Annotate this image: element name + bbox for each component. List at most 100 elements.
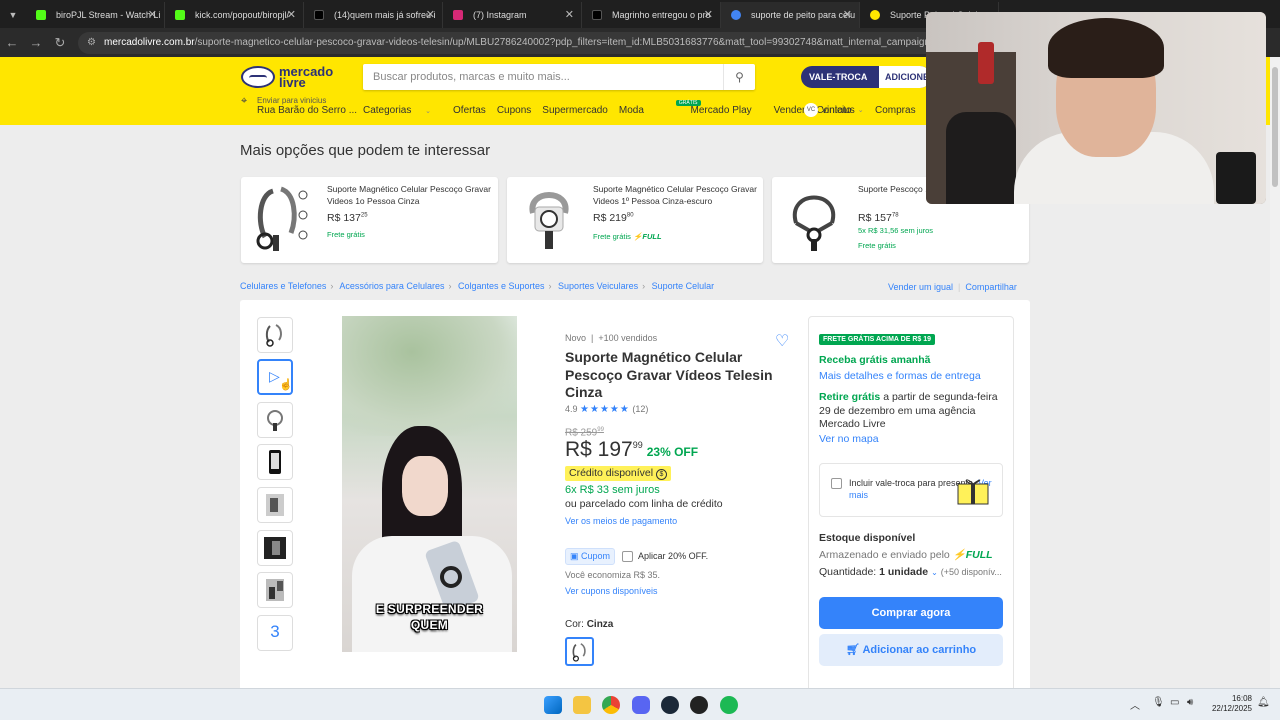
- old-price-cents: 99: [597, 426, 604, 433]
- spotify-icon[interactable]: [720, 696, 738, 714]
- notification-icon[interactable]: 🔔︎: [1257, 697, 1270, 708]
- reload-icon[interactable]: ↻: [48, 35, 72, 51]
- nav-mercado-play[interactable]: GRÁTISMercado Play: [655, 100, 763, 116]
- obs-icon[interactable]: [690, 696, 708, 714]
- breadcrumb-item[interactable]: Acessórios para Celulares: [339, 281, 444, 291]
- nav-ofertas[interactable]: Ofertas: [453, 105, 486, 116]
- installments: 6x R$ 33 sem juros: [565, 483, 660, 496]
- scrollbar-thumb[interactable]: [1272, 67, 1278, 187]
- close-icon[interactable]: ✕: [426, 2, 435, 28]
- payment-methods-link[interactable]: Ver os meios de pagamento: [565, 516, 795, 526]
- full-badge: ⚡FULL: [633, 232, 662, 241]
- nav-cupons[interactable]: Cupons: [497, 105, 531, 116]
- microphone-icon[interactable]: 🎙︎: [1152, 697, 1165, 708]
- network-icon[interactable]: ▭: [1170, 697, 1179, 708]
- nav-moda[interactable]: Moda: [619, 105, 644, 116]
- quantity-available: (+50 disponív...: [940, 567, 1002, 577]
- gallery-more-thumbnail[interactable]: 3: [257, 615, 293, 651]
- back-arrow-icon[interactable]: ←: [0, 35, 24, 50]
- color-swatch-cinza[interactable]: [565, 637, 594, 666]
- webcam-overlay: [926, 12, 1266, 204]
- close-icon[interactable]: ✕: [565, 2, 574, 28]
- gallery-thumbnail[interactable]: [257, 487, 293, 523]
- ticket-icon: ▣: [570, 550, 579, 561]
- review-count: (12): [632, 403, 649, 414]
- mercadolivre-logo[interactable]: mercado livre: [241, 65, 335, 90]
- browser-tab[interactable]: Magrinho entregou o pro ✕: [582, 2, 721, 28]
- gift-checkbox[interactable]: [831, 478, 842, 489]
- coupon-checkbox[interactable]: [622, 550, 634, 562]
- price-cents: 80: [626, 212, 634, 219]
- browser-tab[interactable]: suporte de peito para celu ✕: [721, 2, 860, 28]
- sell-similar-link[interactable]: Vender um igual: [888, 282, 953, 292]
- rating[interactable]: 4.9 ★★★★★ (12): [565, 404, 795, 415]
- site-info-icon[interactable]: ⚙: [87, 32, 96, 54]
- windows-start-icon[interactable]: [544, 696, 562, 714]
- file-explorer-icon[interactable]: [573, 696, 591, 714]
- coupons-link[interactable]: Ver cupons disponíveis: [565, 586, 795, 596]
- steam-icon[interactable]: [661, 696, 679, 714]
- taskbar-clock[interactable]: 16:08 22/12/2025: [1206, 694, 1252, 714]
- browser-tab[interactable]: kick.com/popout/biropjl/✕: [165, 2, 304, 28]
- search-placeholder: Buscar produtos, marcas e muito mais...: [373, 71, 570, 83]
- close-icon[interactable]: ✕: [843, 2, 852, 28]
- share-link[interactable]: Compartilhar: [965, 282, 1017, 292]
- card-installments: 5x R$ 31,56 sem juros: [858, 226, 934, 235]
- map-link[interactable]: Ver no mapa: [819, 433, 879, 447]
- gallery-thumbnail[interactable]: [257, 444, 293, 480]
- buy-now-button[interactable]: Comprar agora: [819, 597, 1003, 629]
- breadcrumb-item[interactable]: Suporte Celular: [652, 281, 715, 291]
- gallery-thumbnail[interactable]: [257, 530, 293, 566]
- gallery-thumbnail-video[interactable]: ▷ ☝: [257, 359, 293, 395]
- search-input[interactable]: Buscar produtos, marcas e muito mais... …: [363, 64, 755, 90]
- close-icon[interactable]: ✕: [704, 2, 713, 28]
- breadcrumb-item[interactable]: Suportes Veiculares: [558, 281, 638, 291]
- video-subtitle: QUEM: [410, 618, 449, 632]
- vale-troca-banner[interactable]: VALE-TROCA ADICIONE: [801, 66, 931, 88]
- coupon-row: ▣ Cupom Aplicar 20% OFF.: [565, 547, 795, 565]
- page-scrollbar[interactable]: [1270, 57, 1280, 688]
- nav-vender[interactable]: Vender: [774, 105, 806, 116]
- chevron-up-icon[interactable]: ︿: [1130, 697, 1140, 712]
- card-price: R$ 13725: [327, 212, 368, 224]
- discount-badge: 23% OFF: [646, 444, 699, 459]
- browser-tab[interactable]: biroPJL Stream - Watch Li ✕: [26, 2, 165, 28]
- nav-supermercado[interactable]: Supermercado: [542, 105, 608, 116]
- recommendation-card[interactable]: Suporte Magnético Celular Pescoço Gravar…: [241, 177, 498, 263]
- card-price: R$ 21980: [593, 212, 634, 224]
- browser-tab[interactable]: (14)quem mais já sofreu i ✕: [304, 2, 443, 28]
- gallery-thumbnail[interactable]: [257, 572, 293, 608]
- price-cents: 78: [891, 212, 899, 219]
- tab-title: biroPJL Stream - Watch Li: [56, 10, 161, 20]
- stock-title: Estoque disponível: [819, 532, 916, 544]
- gallery-thumbnail[interactable]: [257, 402, 293, 438]
- quantity-selector[interactable]: Quantidade: 1 unidade ⌄ (+50 disponív...: [819, 566, 1002, 580]
- old-price: R$ 25999: [565, 427, 795, 438]
- breadcrumb-item[interactable]: Celulares e Telefones: [240, 281, 326, 291]
- nav-compras[interactable]: Compras: [875, 105, 916, 116]
- forward-arrow-icon[interactable]: →: [24, 35, 48, 50]
- logo-line2: livre: [279, 75, 306, 90]
- volume-icon[interactable]: 🔊︎: [1187, 697, 1193, 708]
- product-video[interactable]: E SURPREENDER QUEM: [342, 316, 517, 652]
- delivery-details-link[interactable]: Mais detalhes e formas de entrega: [819, 370, 981, 384]
- breadcrumb-item[interactable]: Colgantes e Suportes: [458, 281, 545, 291]
- add-to-cart-button[interactable]: 🛒︎ Adicionar ao carrinho: [819, 634, 1003, 666]
- user-menu[interactable]: VC vinicius ⌄: [804, 103, 864, 117]
- chrome-icon[interactable]: [602, 696, 620, 714]
- tiktok-favicon-icon: [314, 10, 324, 20]
- close-icon[interactable]: ✕: [287, 2, 296, 28]
- browser-tab[interactable]: (7) Instagram ✕: [443, 2, 582, 28]
- close-icon[interactable]: ✕: [148, 2, 157, 28]
- card-title: Suporte Magnético Celular Pescoço Gravar…: [593, 184, 757, 206]
- price-cents: 99: [632, 439, 643, 450]
- gallery-thumbnail[interactable]: [257, 317, 293, 353]
- chevron-down-icon: ⌄: [857, 107, 864, 114]
- delivery-location[interactable]: ⌖ Enviar para vinicius Rua Barão do Serr…: [241, 96, 357, 117]
- tab-search-chevron-icon[interactable]: ▼: [0, 2, 26, 28]
- recommendation-card[interactable]: Suporte Magnético Celular Pescoço Gravar…: [507, 177, 763, 263]
- discord-icon[interactable]: [632, 696, 650, 714]
- promo-add-button[interactable]: ADICIONE: [879, 66, 931, 88]
- search-icon[interactable]: ⚲: [723, 64, 755, 90]
- nav-categorias[interactable]: Categorias ⌄: [363, 105, 442, 116]
